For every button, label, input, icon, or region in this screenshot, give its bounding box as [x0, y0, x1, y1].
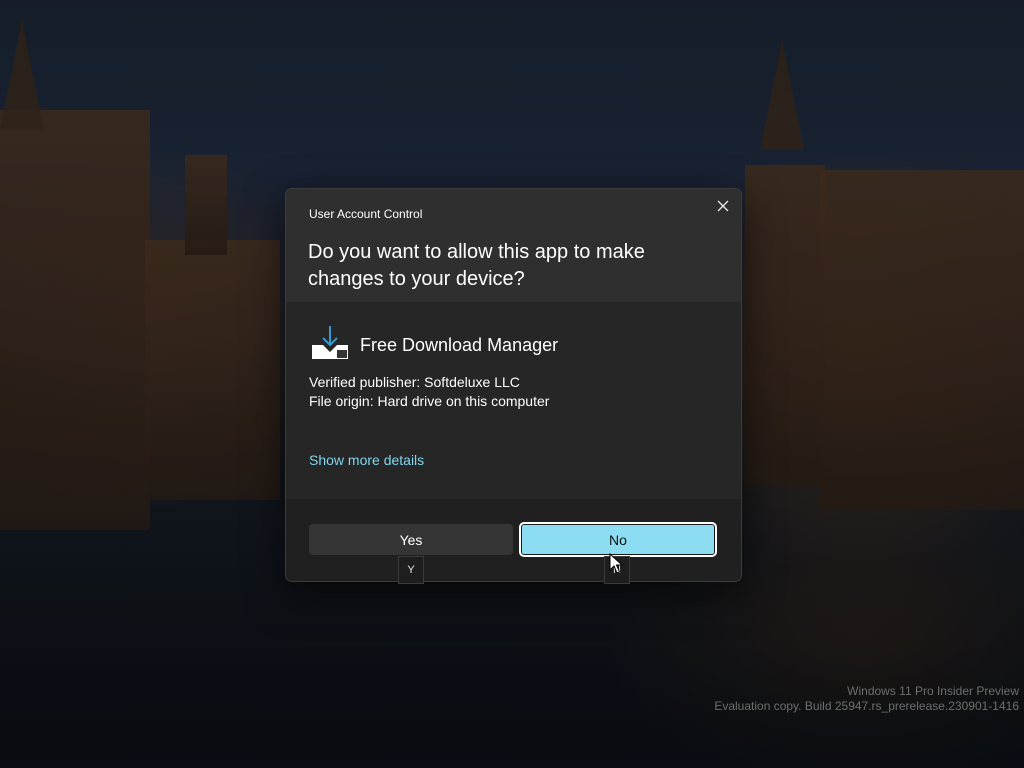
yes-button[interactable]: Yes [309, 524, 513, 555]
dialog-header: User Account Control Do you want to allo… [286, 189, 741, 302]
dialog-body: Free Download Manager Verified publisher… [286, 302, 741, 499]
download-tray-icon [312, 326, 348, 359]
show-more-details-link[interactable]: Show more details [309, 452, 424, 468]
evaluation-watermark: Windows 11 Pro Insider Preview Evaluatio… [714, 684, 1019, 714]
file-origin: File origin: Hard drive on this computer [309, 393, 550, 409]
close-button[interactable] [708, 192, 738, 220]
dialog-question: Do you want to allow this app to make ch… [308, 241, 645, 290]
watermark-line-1: Windows 11 Pro Insider Preview [847, 684, 1019, 698]
mouse-cursor-icon [609, 553, 623, 574]
uac-dialog: User Account Control Do you want to allo… [285, 188, 742, 582]
verified-publisher: Verified publisher: Softdeluxe LLC [309, 374, 520, 390]
dialog-footer: Yes No [286, 499, 741, 581]
no-button[interactable]: No [519, 522, 717, 557]
yes-access-key-tip: Y [398, 556, 424, 584]
watermark-line-2: Evaluation copy. Build 25947.rs_prerelea… [714, 699, 1019, 713]
dialog-caption: User Account Control [309, 207, 423, 221]
app-name: Free Download Manager [360, 335, 559, 355]
close-icon [717, 200, 729, 212]
